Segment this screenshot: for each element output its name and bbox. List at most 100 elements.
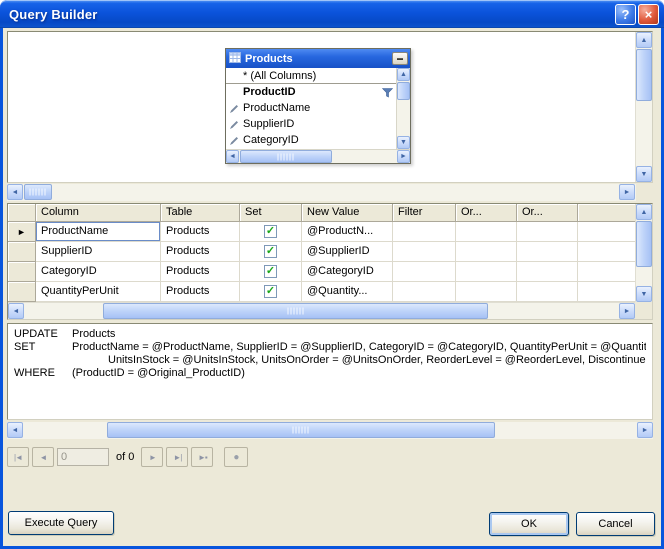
grid-cell-new-value[interactable]: @ProductN... [302, 222, 393, 242]
scroll-down-button[interactable]: ▼ [636, 166, 652, 182]
grid-cell-table[interactable]: Products [161, 222, 240, 242]
close-button[interactable]: × [638, 4, 659, 25]
move-next-button[interactable]: ► [141, 447, 163, 467]
grid-vertical-scrollbar[interactable]: ▲ ▼ [635, 204, 652, 302]
scroll-thumb[interactable] [636, 49, 652, 101]
grid-cell-table[interactable]: Products [161, 242, 240, 262]
grid-cell-column[interactable]: ProductName [36, 222, 161, 242]
arrow-right-icon: ► [624, 189, 631, 196]
scroll-thumb[interactable] [240, 150, 332, 163]
scroll-right-button[interactable]: ► [637, 422, 653, 438]
diagram-horizontal-scrollbar[interactable]: ◄ ► [7, 184, 653, 201]
grid-cell-set[interactable]: ✓ [240, 222, 302, 242]
collapse-table-button[interactable]: ▬ [392, 52, 408, 65]
grid-header-or1[interactable]: Or... [456, 204, 517, 222]
grid-cell-or2[interactable] [517, 242, 578, 262]
move-first-button[interactable]: |◄ [7, 447, 29, 467]
products-table-titlebar[interactable]: Products ▬ [226, 49, 410, 68]
grid-horizontal-scrollbar[interactable]: ◄ ► [8, 302, 635, 319]
scroll-down-button[interactable]: ▼ [397, 136, 410, 149]
grid-cell-filter[interactable] [393, 222, 456, 242]
grid-cell-new-value[interactable]: @Quantity... [302, 282, 393, 302]
scroll-thumb[interactable] [24, 184, 52, 200]
arrow-right-icon: ► [642, 427, 649, 434]
grid-cell-or1[interactable] [456, 242, 517, 262]
set-checkbox[interactable]: ✓ [264, 265, 277, 278]
scroll-down-button[interactable]: ▼ [636, 286, 652, 302]
set-checkbox[interactable]: ✓ [264, 225, 277, 238]
sql-pane[interactable]: UPDATE Products SET ProductName = @Produ… [7, 323, 653, 420]
arrow-down-icon: ▼ [400, 139, 407, 146]
row-selector[interactable] [8, 262, 36, 282]
scroll-thumb[interactable] [103, 303, 488, 319]
table-horizontal-scrollbar[interactable]: ◄ ► [226, 149, 410, 163]
column-item-categoryid[interactable]: CategoryID [226, 132, 410, 148]
scroll-left-button[interactable]: ◄ [7, 422, 23, 438]
grid-header-selector[interactable] [8, 204, 36, 222]
sql-horizontal-scrollbar[interactable]: ◄ ► [7, 422, 653, 439]
help-button[interactable]: ? [615, 4, 636, 25]
row-selector[interactable] [8, 282, 36, 302]
grid-cell-new-value[interactable]: @CategoryID [302, 262, 393, 282]
cancel-query-button[interactable]: ● [224, 447, 248, 467]
row-selector[interactable] [8, 242, 36, 262]
sql-line: SET ProductName = @ProductName, Supplier… [14, 341, 646, 354]
grid-cell-table[interactable]: Products [161, 282, 240, 302]
column-item-productname[interactable]: ProductName [226, 100, 410, 116]
diagram-pane[interactable]: Products ▬ * (All Columns) ProductID [7, 31, 653, 183]
grid-cell-filter[interactable] [393, 262, 456, 282]
scroll-up-button[interactable]: ▲ [397, 68, 410, 81]
cancel-button[interactable]: Cancel [576, 512, 655, 536]
grid-header-column[interactable]: Column [36, 204, 161, 222]
grid-cell-set[interactable]: ✓ [240, 262, 302, 282]
arrow-down-icon: ▼ [641, 291, 648, 298]
scroll-right-button[interactable]: ► [619, 184, 635, 200]
scroll-right-button[interactable]: ► [619, 303, 635, 319]
products-table-window[interactable]: Products ▬ * (All Columns) ProductID [225, 48, 411, 164]
scroll-left-button[interactable]: ◄ [226, 150, 239, 163]
grid-cell-set[interactable]: ✓ [240, 282, 302, 302]
grid-header-set[interactable]: Set [240, 204, 302, 222]
grid-cell-or1[interactable] [456, 282, 517, 302]
diagram-vertical-scrollbar[interactable]: ▲ ▼ [635, 32, 652, 182]
grid-cell-new-value[interactable]: @SupplierID [302, 242, 393, 262]
grid-cell-or2[interactable] [517, 262, 578, 282]
grid-cell-filter[interactable] [393, 282, 456, 302]
grid-cell-or1[interactable] [456, 262, 517, 282]
grid-cell-table[interactable]: Products [161, 262, 240, 282]
scroll-thumb[interactable] [397, 82, 410, 100]
set-checkbox[interactable]: ✓ [264, 245, 277, 258]
column-item-supplierid[interactable]: SupplierID [226, 116, 410, 132]
grid-cell-column[interactable]: CategoryID [36, 262, 161, 282]
grid-cell-column[interactable]: QuantityPerUnit [36, 282, 161, 302]
scroll-up-button[interactable]: ▲ [636, 204, 652, 220]
grid-cell-column[interactable]: SupplierID [36, 242, 161, 262]
grid-cell-or1[interactable] [456, 222, 517, 242]
move-previous-button[interactable]: ◄ [32, 447, 54, 467]
table-vertical-scrollbar[interactable]: ▲ ▼ [396, 68, 410, 149]
grid-cell-or2[interactable] [517, 282, 578, 302]
grid-cell-or2[interactable] [517, 222, 578, 242]
add-new-button[interactable]: ►▪ [191, 447, 213, 467]
column-item-all-columns[interactable]: * (All Columns) [226, 68, 410, 84]
scroll-up-button[interactable]: ▲ [636, 32, 652, 48]
grid-cell-filter[interactable] [393, 242, 456, 262]
scroll-left-button[interactable]: ◄ [8, 303, 24, 319]
scroll-left-button[interactable]: ◄ [7, 184, 23, 200]
set-checkbox[interactable]: ✓ [264, 285, 277, 298]
grid-header-or2[interactable]: Or... [517, 204, 578, 222]
column-item-productid[interactable]: ProductID [226, 84, 410, 100]
execute-query-button[interactable]: Execute Query [8, 511, 114, 535]
titlebar[interactable]: Query Builder ? × [0, 0, 664, 28]
record-position-input[interactable] [57, 448, 109, 466]
scroll-thumb[interactable] [107, 422, 495, 438]
ok-button[interactable]: OK [489, 512, 569, 536]
scroll-right-button[interactable]: ► [397, 150, 410, 163]
grid-header-table[interactable]: Table [161, 204, 240, 222]
grid-cell-set[interactable]: ✓ [240, 242, 302, 262]
scroll-thumb[interactable] [636, 221, 652, 267]
grid-header-filter[interactable]: Filter [393, 204, 456, 222]
move-last-button[interactable]: ►| [166, 447, 188, 467]
grid-header-new-value[interactable]: New Value [302, 204, 393, 222]
row-selector[interactable]: ► [8, 222, 36, 242]
